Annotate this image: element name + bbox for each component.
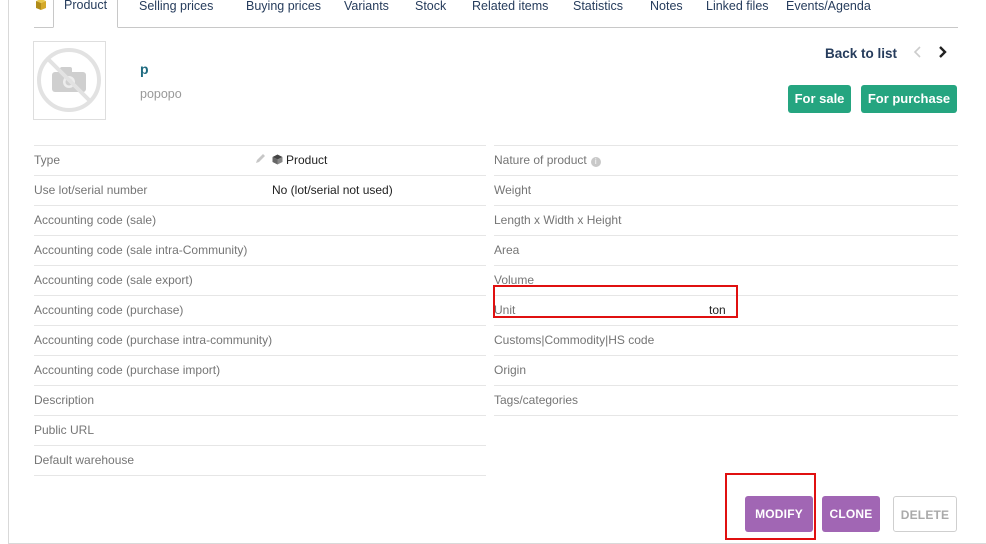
product-fields-right: Nature of product i Weight Length x Width… [494,145,958,416]
field-label: Weight [494,183,532,197]
product-cube-icon [272,154,283,165]
field-value: ton [709,303,726,317]
tab-linked-files[interactable]: Linked files [706,0,769,14]
clone-button[interactable]: CLONE [822,496,880,532]
field-row-acc-purchase-intra: Accounting code (purchase intra-communit… [34,325,486,355]
field-value: No (lot/serial not used) [272,183,393,197]
chevron-left-icon[interactable] [912,44,924,60]
no-photo-icon [37,48,101,112]
field-label: Accounting code (sale intra-Community) [34,243,248,257]
field-row-origin: Origin [494,355,958,385]
tab-selling-prices[interactable]: Selling prices [139,0,213,14]
for-purchase-badge: For purchase [861,85,957,113]
field-row-volume: Volume [494,265,958,295]
field-label: Length x Width x Height [494,213,622,227]
field-row-description: Description [34,385,486,415]
field-label: Accounting code (purchase intra-communit… [34,333,273,347]
field-row-weight: Weight [494,175,958,205]
field-row-acc-purchase: Accounting code (purchase) [34,295,486,325]
field-row-lot-serial: Use lot/serial number No (lot/serial not… [34,175,486,205]
product-cube-icon [36,0,46,10]
tab-stock[interactable]: Stock [415,0,446,14]
field-row-acc-sale: Accounting code (sale) [34,205,486,235]
field-row-public-url: Public URL [34,415,486,445]
field-row-nature: Nature of product i [494,145,958,175]
tab-notes[interactable]: Notes [650,0,683,14]
field-label: Customs|Commodity|HS code [494,333,655,347]
field-value: Product [272,153,327,167]
content-frame-left [8,0,9,544]
product-photo-placeholder[interactable] [33,41,106,120]
field-row-acc-purchase-import: Accounting code (purchase import) [34,355,486,385]
for-sale-badge: For sale [788,85,851,113]
field-row-default-warehouse: Default warehouse [34,445,486,476]
product-label: popopo [140,87,182,101]
field-label: Volume [494,273,535,287]
back-to-list-link[interactable]: Back to list [825,46,897,61]
field-label: Origin [494,363,527,377]
field-label: Unit [494,303,516,317]
field-label: Accounting code (purchase import) [34,363,221,377]
field-label: Accounting code (sale export) [34,273,193,287]
tab-product[interactable]: Product [53,0,119,28]
tab-buying-prices[interactable]: Buying prices [246,0,321,14]
field-row-acc-sale-intra: Accounting code (sale intra-Community) [34,235,486,265]
field-row-dimensions: Length x Width x Height [494,205,958,235]
product-fields-left: Type Product Use lot/serial number No (l… [34,145,486,476]
field-label: Accounting code (purchase) [34,303,184,317]
field-label: Use lot/serial number [34,183,148,197]
field-label: Public URL [34,423,95,437]
field-label: Default warehouse [34,453,135,467]
field-row-unit: Unit ton [494,295,958,325]
chevron-right-icon[interactable] [936,44,948,60]
tab-statistics[interactable]: Statistics [573,0,623,14]
edit-pencil-icon[interactable] [254,152,267,165]
product-ref: p [140,61,149,77]
modify-button[interactable]: MODIFY [745,496,813,532]
field-row-tags: Tags/categories [494,385,958,416]
product-tabs: Product Selling prices Buying prices Var… [34,0,958,28]
field-label: Nature of product i [494,153,601,167]
field-row-acc-sale-export: Accounting code (sale export) [34,265,486,295]
field-label: Area [494,243,520,257]
tab-variants[interactable]: Variants [344,0,389,14]
field-label: Type [34,153,61,167]
tab-related-items[interactable]: Related items [472,0,548,14]
field-row-customs-code: Customs|Commodity|HS code [494,325,958,355]
field-label: Tags/categories [494,393,579,407]
delete-button[interactable]: DELETE [893,496,957,532]
field-row-type: Type Product [34,145,486,175]
tab-events-agenda[interactable]: Events/Agenda [786,0,871,14]
field-label: Description [34,393,95,407]
field-label: Accounting code (sale) [34,213,157,227]
field-row-area: Area [494,235,958,265]
info-icon[interactable]: i [590,157,601,167]
